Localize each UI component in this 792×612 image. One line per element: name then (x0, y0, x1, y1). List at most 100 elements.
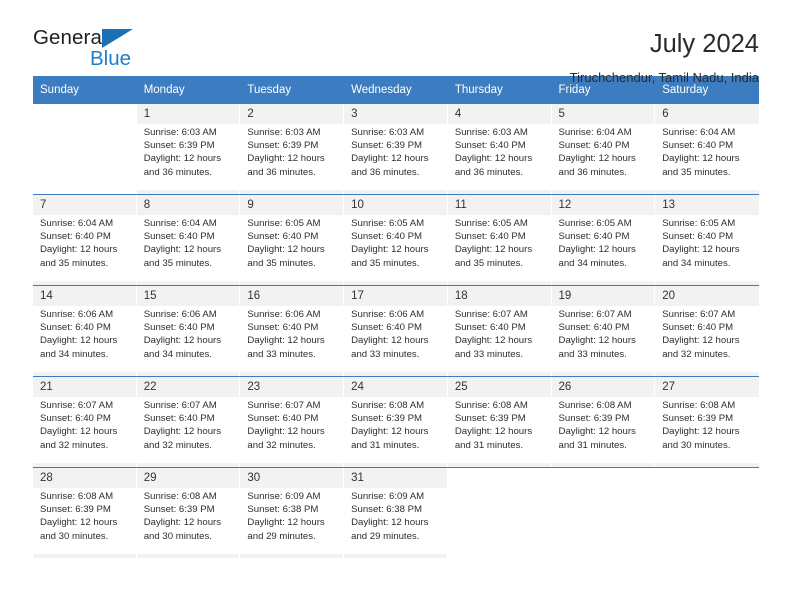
calendar-day-cell[interactable]: 27 Sunrise: 6:08 AM Sunset: 6:39 PM Dayligh… (655, 377, 759, 467)
calendar-day-content: 18 Sunrise: 6:07 AM Sunset: 6:40 PM Dayligh… (447, 286, 552, 376)
calendar-empty-cell (447, 468, 552, 558)
day-info-line: and 32 minutes. (662, 348, 731, 360)
day-info-line: Daylight: 12 hours (40, 426, 118, 438)
day-details: Sunrise: 6:08 AM Sunset: 6:39 PM Daylight:… (655, 397, 759, 463)
calendar-day-content: 13 Sunrise: 6:05 AM Sunset: 6:40 PM Dayligh… (655, 195, 759, 285)
day-info-line: and 30 minutes. (40, 530, 109, 542)
calendar-day-content: 21 Sunrise: 6:07 AM Sunset: 6:40 PM Dayligh… (33, 377, 137, 467)
day-info-line: Daylight: 12 hours (558, 335, 636, 347)
day-info-line: Daylight: 12 hours (351, 335, 429, 347)
day-details: Sunrise: 6:05 AM Sunset: 6:40 PM Daylight:… (655, 215, 759, 281)
calendar-day-cell[interactable]: 7 Sunrise: 6:04 AM Sunset: 6:40 PM Daylight… (33, 195, 137, 285)
day-number: 8 (143, 199, 151, 211)
day-details: Sunrise: 6:09 AM Sunset: 6:38 PM Daylight:… (344, 488, 447, 554)
calendar-day-content: 24 Sunrise: 6:08 AM Sunset: 6:39 PM Dayligh… (344, 377, 448, 467)
day-info-line: Sunset: 6:40 PM (247, 231, 319, 243)
day-number: 14 (40, 290, 53, 302)
day-info-line: and 30 minutes. (662, 439, 731, 451)
day-info-line: Sunset: 6:40 PM (558, 322, 630, 334)
day-details: Sunrise: 6:07 AM Sunset: 6:40 PM Daylight:… (551, 306, 655, 372)
day-info-line: and 34 minutes. (662, 257, 731, 269)
general-blue-logo[interactable]: General Blue (33, 27, 173, 78)
calendar-day-cell[interactable]: 1 Sunrise: 6:03 AM Sunset: 6:39 PM Daylight… (136, 104, 241, 194)
day-info-line: and 30 minutes. (143, 530, 212, 542)
day-info-line: Daylight: 12 hours (558, 153, 636, 165)
calendar-day-cell[interactable]: 6 Sunrise: 6:04 AM Sunset: 6:40 PM Daylight… (655, 104, 759, 194)
calendar-day-content: 8 Sunrise: 6:04 AM Sunset: 6:40 PM Daylight… (136, 195, 241, 285)
calendar-day-cell[interactable]: 8 Sunrise: 6:04 AM Sunset: 6:40 PM Daylight… (136, 195, 241, 285)
calendar-day-cell[interactable]: 25 Sunrise: 6:08 AM Sunset: 6:39 PM Dayligh… (447, 377, 552, 467)
calendar-week-row: 28 Sunrise: 6:08 AM Sunset: 6:39 PM Dayligh… (33, 468, 759, 558)
calendar-day-cell[interactable]: 22 Sunrise: 6:07 AM Sunset: 6:40 PM Dayligh… (136, 377, 241, 467)
calendar-page: General Blue July 2024 Tiruchchendur, Ta… (0, 0, 792, 612)
calendar-day-cell[interactable]: 11 Sunrise: 6:05 AM Sunset: 6:40 PM Dayligh… (447, 195, 552, 285)
calendar-empty-cell (655, 468, 759, 558)
day-info-line: Daylight: 12 hours (454, 335, 533, 347)
calendar-day-cell[interactable]: 9 Sunrise: 6:05 AM Sunset: 6:40 PM Daylight… (240, 195, 345, 285)
page-title: July 2024 (649, 30, 759, 58)
calendar-day-cell[interactable]: 17 Sunrise: 6:06 AM Sunset: 6:40 PM Dayligh… (344, 286, 448, 376)
day-info-line: Daylight: 12 hours (247, 335, 325, 347)
calendar-day-cell[interactable]: 23 Sunrise: 6:07 AM Sunset: 6:40 PM Dayligh… (240, 377, 345, 467)
calendar-day-content: 9 Sunrise: 6:05 AM Sunset: 6:40 PM Daylight… (240, 195, 345, 285)
day-info-line: Sunrise: 6:04 AM (662, 127, 736, 138)
day-info-line: Sunset: 6:40 PM (558, 231, 630, 243)
day-info-line: Sunrise: 6:08 AM (143, 491, 217, 502)
calendar-day-cell[interactable]: 5 Sunrise: 6:04 AM Sunset: 6:40 PM Daylight… (551, 104, 656, 194)
day-info-line: Daylight: 12 hours (454, 426, 533, 438)
calendar-day-content: 20 Sunrise: 6:07 AM Sunset: 6:40 PM Dayligh… (655, 286, 759, 376)
day-info-line: Sunset: 6:39 PM (558, 413, 630, 425)
calendar-day-cell[interactable]: 14 Sunrise: 6:06 AM Sunset: 6:40 PM Dayligh… (33, 286, 137, 376)
calendar-day-cell[interactable]: 13 Sunrise: 6:05 AM Sunset: 6:40 PM Dayligh… (655, 195, 759, 285)
day-info-line: and 33 minutes. (558, 348, 627, 360)
calendar-day-cell[interactable]: 24 Sunrise: 6:08 AM Sunset: 6:39 PM Dayligh… (344, 377, 448, 467)
calendar-week-row: 21 Sunrise: 6:07 AM Sunset: 6:40 PM Dayligh… (33, 377, 759, 467)
calendar-day-cell[interactable]: 26 Sunrise: 6:08 AM Sunset: 6:39 PM Dayligh… (551, 377, 656, 467)
day-info-line: Sunset: 6:40 PM (558, 140, 630, 152)
calendar-day-cell[interactable]: 12 Sunrise: 6:05 AM Sunset: 6:40 PM Dayligh… (551, 195, 656, 285)
day-info-line: Sunrise: 6:04 AM (143, 218, 217, 229)
day-details: Sunrise: 6:03 AM Sunset: 6:39 PM Daylight:… (136, 124, 240, 190)
day-number: 18 (454, 290, 468, 302)
day-info-line: Sunset: 6:39 PM (454, 413, 526, 425)
calendar-day-cell[interactable]: 18 Sunrise: 6:07 AM Sunset: 6:40 PM Dayligh… (447, 286, 552, 376)
day-details: Sunrise: 6:07 AM Sunset: 6:40 PM Daylight:… (240, 397, 344, 463)
day-details: Sunrise: 6:04 AM Sunset: 6:40 PM Daylight:… (136, 215, 240, 281)
day-info-line: Sunset: 6:40 PM (247, 413, 319, 425)
day-info-line: Daylight: 12 hours (351, 244, 429, 256)
calendar-day-cell[interactable]: 2 Sunrise: 6:03 AM Sunset: 6:39 PM Daylight… (240, 104, 345, 194)
calendar-day-cell[interactable]: 4 Sunrise: 6:03 AM Sunset: 6:40 PM Daylight… (447, 104, 552, 194)
calendar-day-content: 29 Sunrise: 6:08 AM Sunset: 6:39 PM Dayligh… (136, 468, 241, 558)
day-number: 27 (662, 381, 676, 393)
page-header: General Blue July 2024 Tiruchchendur, Ta… (33, 0, 759, 85)
day-info-line: Sunrise: 6:09 AM (247, 491, 321, 502)
calendar-day-cell[interactable]: 30 Sunrise: 6:09 AM Sunset: 6:38 PM Dayligh… (240, 468, 345, 558)
day-info-line: and 35 minutes. (143, 257, 212, 269)
day-details: Sunrise: 6:08 AM Sunset: 6:39 PM Daylight:… (344, 397, 447, 463)
calendar-day-cell[interactable]: 16 Sunrise: 6:06 AM Sunset: 6:40 PM Dayligh… (240, 286, 345, 376)
calendar-week-row: 7 Sunrise: 6:04 AM Sunset: 6:40 PM Daylight… (33, 195, 759, 285)
calendar-table: Sunday Monday Tuesday Wednesday Thursday… (33, 76, 759, 558)
calendar-day-cell (551, 468, 656, 558)
calendar-day-cell[interactable]: 3 Sunrise: 6:03 AM Sunset: 6:39 PM Daylight… (344, 104, 448, 194)
day-info-line: Sunset: 6:40 PM (143, 231, 215, 243)
day-info-line: and 32 minutes. (247, 439, 316, 451)
day-number: 19 (558, 290, 572, 302)
calendar-day-cell[interactable]: 15 Sunrise: 6:06 AM Sunset: 6:40 PM Dayligh… (136, 286, 241, 376)
calendar-day-cell[interactable]: 31 Sunrise: 6:09 AM Sunset: 6:38 PM Dayligh… (344, 468, 448, 558)
day-info-line: and 31 minutes. (558, 439, 627, 451)
calendar-day-cell[interactable]: 21 Sunrise: 6:07 AM Sunset: 6:40 PM Dayligh… (33, 377, 137, 467)
day-info-line: and 33 minutes. (351, 348, 420, 360)
day-info-line: Daylight: 12 hours (558, 244, 636, 256)
day-info-line: Daylight: 12 hours (558, 426, 636, 438)
day-info-line: Sunrise: 6:05 AM (351, 218, 425, 229)
day-number: 7 (40, 199, 47, 211)
calendar-day-cell[interactable]: 29 Sunrise: 6:08 AM Sunset: 6:39 PM Dayligh… (136, 468, 241, 558)
calendar-day-cell[interactable]: 20 Sunrise: 6:07 AM Sunset: 6:40 PM Dayligh… (655, 286, 759, 376)
calendar-day-cell[interactable]: 28 Sunrise: 6:08 AM Sunset: 6:39 PM Dayligh… (33, 468, 137, 558)
calendar-day-content: 7 Sunrise: 6:04 AM Sunset: 6:40 PM Daylight… (33, 195, 137, 285)
calendar-day-cell[interactable]: 10 Sunrise: 6:05 AM Sunset: 6:40 PM Dayligh… (344, 195, 448, 285)
calendar-day-cell[interactable]: 19 Sunrise: 6:07 AM Sunset: 6:40 PM Dayligh… (551, 286, 656, 376)
day-info-line: Sunrise: 6:08 AM (662, 400, 736, 411)
day-info-line: Daylight: 12 hours (143, 426, 222, 438)
